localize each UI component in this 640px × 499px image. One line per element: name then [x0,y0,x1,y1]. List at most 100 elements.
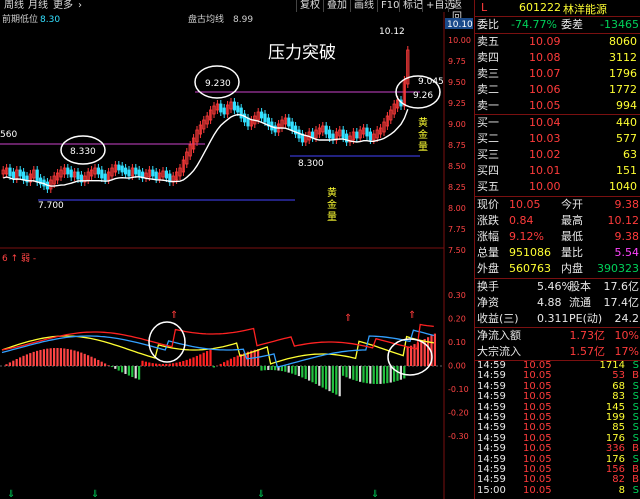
macd-bar [100,361,103,366]
candle-body [11,171,15,180]
macd-bar [104,363,107,366]
price-axis-tick: 9.00 [448,120,466,129]
toolbar-more[interactable]: 更多 [53,0,73,12]
macd-bar [66,348,69,366]
candle-body [290,121,294,131]
kline-chart[interactable]: 前期低位 8.30 盘古均线 8.99 压力突破 10.00 9.75 9.50 9.… [0,12,474,499]
indicator-axis-tick: -0.10 [448,385,469,394]
macd-bar [294,366,297,375]
candle-body [120,165,124,173]
macd-bar [287,366,290,373]
macd-bar [345,366,348,378]
macd-bar [117,366,120,371]
macd-bar [369,366,372,384]
stock-header: L 601222 林洋能源 [475,0,640,17]
macd-bar [342,366,345,376]
macd-bar [396,366,399,381]
macd-bar [121,366,124,373]
macd-bar [219,363,222,366]
down-arrow-icon: ⇓ [257,489,265,499]
label-8300: 8.300 [298,159,324,169]
tab-overlay[interactable]: 叠加 [323,0,350,12]
macd-bar [8,362,11,366]
price-axis-tick: 9.50 [448,78,466,87]
svg-text:黄: 黄 [327,186,337,199]
toolbar-weekly[interactable]: 周线 [4,0,24,12]
stock-name: 林洋能源 [563,3,607,16]
macd-bar [325,366,328,390]
tick-row: 14:59 10.05 82 B [477,474,639,486]
tab-draw[interactable]: 画线 [350,0,377,12]
indicator-value: 8.99 [233,15,253,25]
macd-bar [291,366,294,374]
macd-bar [335,366,338,395]
macd-bar [311,366,314,383]
macd-bar [389,366,392,383]
tab-fuquan[interactable]: 复权 [296,0,323,12]
macd-bar [413,344,416,366]
price-axis-tick: 8.25 [448,183,466,192]
macd-bar [131,366,134,378]
macd-bar [15,358,18,366]
macd-bar [406,347,409,366]
macd-bar [274,366,277,371]
candle-body [21,171,26,181]
indicator-axis-tick: 0.20 [448,315,466,324]
svg-text:黄: 黄 [418,116,428,129]
lower-label: 6 ↑ 弱 - [2,253,36,264]
ask-row: 卖二 10.06 1772 [477,83,637,96]
candle-body [327,129,332,139]
candle-body [35,169,39,183]
price-axis-tick: 9.75 [448,57,466,66]
macd-bar [379,366,382,384]
macd-bar [155,363,158,366]
candle-body [236,105,240,113]
candle-body [69,169,73,178]
macd-bar [32,351,35,366]
macd-bar [355,366,358,381]
label-7700: 7.700 [38,201,64,211]
down-arrow-icon: ⇓ [7,489,15,499]
macd-bar [29,353,32,366]
macd-bar [260,366,263,371]
candle-body [137,169,141,177]
stat2-row: 换手 5.46% 股本 17.6亿 [477,280,639,293]
candle-body [66,167,70,175]
tab-back[interactable]: 返回 [448,0,474,23]
price-axis: 10.00 9.75 9.50 9.25 9.00 8.75 8.50 8.25 8.00 7.7… [448,36,471,255]
ask-row: 卖四 10.08 3112 [477,51,637,64]
ma-line [3,109,409,187]
macd-bar [202,352,205,366]
macd-bar [90,356,93,366]
macd-bar [178,361,181,366]
candle-body [365,127,369,137]
macd-bar [359,366,362,382]
candle-body [263,113,267,123]
tick-row: 14:59 10.05 53 B [477,370,639,382]
macd-bar [223,362,226,366]
macd-bar [267,366,270,371]
macd-bar [362,366,365,383]
stat-row: 现价 10.05 今开 9.38 [477,198,639,211]
macd-bar [56,348,59,366]
toolbar-monthly[interactable]: 月线 [28,0,48,12]
macd-bar [328,366,331,392]
bid-row: 买五 10.00 1040 [477,180,637,193]
macd-bar [175,362,178,366]
toolbar-next-icon[interactable]: › [78,0,82,12]
macd-bar [42,349,45,366]
candle-body [117,164,121,171]
macd-bar [301,366,304,378]
macd-bar [87,355,90,366]
price-axis-tick: 8.50 [448,162,466,171]
macd-bar [376,366,379,384]
indicator-axis-tick: 0.00 [448,362,466,371]
bid-row: 买一 10.04 440 [477,116,637,129]
candle-body [324,125,328,135]
macd-bar [59,348,62,366]
macd-bar [53,348,56,366]
ask-row: 卖三 10.07 1796 [477,67,637,80]
svg-text:金: 金 [418,128,428,141]
macd-bar [185,359,188,366]
candle-body [368,131,373,141]
